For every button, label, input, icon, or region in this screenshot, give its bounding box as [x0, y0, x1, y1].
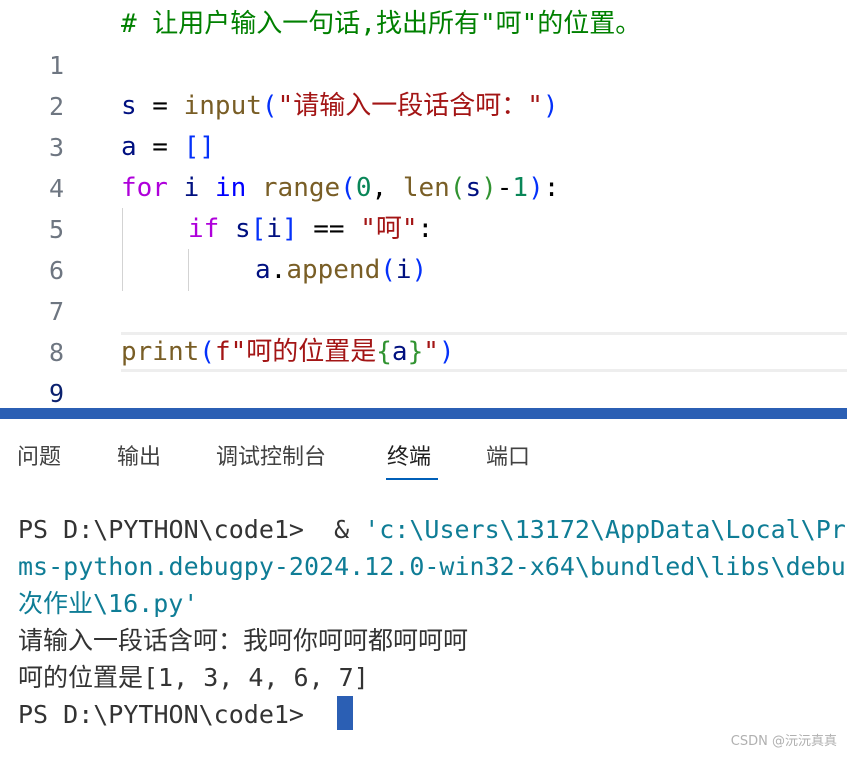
code-line-7[interactable]: 7 a.append(i) [0, 250, 847, 326]
code-line-1[interactable]: 1 # 让用户输入一句话,找出所有"呵"的位置。 [0, 4, 847, 80]
token-op: = [136, 132, 184, 162]
token-op: - [496, 173, 513, 203]
tab-ports[interactable]: 端口 [486, 443, 530, 473]
token-paren: ) [528, 173, 544, 203]
token-fstring: f"呵的位置是 [214, 337, 377, 367]
code-line-8[interactable]: 8 [0, 291, 847, 367]
watermark: CSDN @沅沅真真 [730, 734, 837, 749]
token-func: append [286, 255, 381, 285]
token-var: i [395, 255, 412, 285]
active-tab-indicator [386, 478, 438, 480]
token-colon: : [543, 173, 560, 203]
token-colon: : [417, 214, 434, 244]
terminal-path: 'c:\Users\13172\AppData\Local\Programs\M… [364, 515, 847, 544]
token-paren: ( [340, 173, 356, 203]
token-var: i [266, 214, 282, 244]
line-number: 9 [48, 379, 64, 408]
token-number: 1 [512, 173, 529, 203]
code-line-2[interactable]: 2 [0, 45, 847, 121]
token-keyword: in [214, 173, 247, 203]
code-line-3[interactable]: 3 s = input("请输入一段话含呵：") [0, 86, 847, 162]
token-var: s [465, 173, 482, 203]
token-func: print [121, 337, 200, 367]
token-bracket: ] [281, 214, 298, 244]
panel-tab-bar: 问题 输出 调试控制台 终端 端口 [0, 419, 847, 489]
token-keyword: for [121, 173, 168, 203]
token-var: a [391, 337, 408, 367]
token-paren: ( [199, 337, 215, 367]
token-string: "呵" [360, 214, 418, 244]
terminal-line: 次作业\16.py' [18, 589, 199, 618]
token-var: a [121, 132, 137, 162]
token-var: i [183, 173, 200, 203]
token-paren: ( [261, 91, 278, 121]
code-line-6[interactable]: 6 if s[i] == "呵": [0, 209, 847, 285]
code-line-5[interactable]: 5 for i in range(0, len(s)-1): [0, 168, 847, 244]
token-keyword: if [188, 214, 220, 244]
tab-problems[interactable]: 问题 [17, 443, 61, 473]
token-op: = [136, 91, 184, 121]
terminal-cursor [337, 696, 353, 730]
code-editor[interactable]: 1 # 让用户输入一句话,找出所有"呵"的位置。 2 3 s = input("… [0, 0, 847, 408]
token-paren: ) [542, 91, 559, 121]
token-paren: ) [411, 255, 428, 285]
token-paren: ) [438, 337, 455, 367]
token-func: len [402, 173, 450, 203]
terminal-prompt: PS D:\PYTHON\code1> & [18, 515, 365, 544]
terminal-prompt-line: PS D:\PYTHON\code1> [18, 700, 320, 729]
token-var: s [234, 214, 251, 244]
token-paren: ( [380, 255, 396, 285]
token-paren: ( [449, 173, 466, 203]
tab-debug-console[interactable]: 调试控制台 [216, 443, 326, 473]
token-brackets: [] [183, 132, 215, 162]
token-brace: } [407, 337, 424, 367]
token-dot: . [270, 255, 287, 285]
panel-resize-sash[interactable] [0, 408, 847, 419]
token-comma: , [371, 173, 403, 203]
tab-output[interactable]: 输出 [117, 443, 161, 473]
token-paren: ) [481, 173, 497, 203]
terminal-line: ms-python.debugpy-2024.12.0-win32-x64\bu… [18, 552, 847, 581]
token-brace: { [376, 337, 392, 367]
code-line-4[interactable]: 4 a = [] [0, 127, 847, 203]
token-func: range [261, 173, 341, 203]
terminal-line: 请输入一段话含呵：我呵你呵呵都呵呵呵 [18, 626, 469, 655]
comment: # 让用户输入一句话,找出所有"呵"的位置。 [121, 9, 642, 39]
terminal-line: 呵的位置是[1, 3, 4, 6, 7] [18, 663, 369, 692]
terminal-line: PS D:\PYTHON\code1> & 'c:\Users\13172\Ap… [18, 511, 847, 548]
token-var: s [121, 91, 137, 121]
token-func: input [183, 91, 262, 121]
token-op: == [297, 214, 361, 244]
token-number: 0 [355, 173, 372, 203]
token-bracket: [ [250, 214, 267, 244]
token-fstring: " [423, 337, 439, 367]
token-var: a [255, 255, 271, 285]
bottom-panel: 问题 输出 调试控制台 终端 端口 PS D:\PYTHON\code1> & … [0, 419, 847, 757]
code-line-9[interactable]: 9 print(f"呵的位置是{a}") [0, 332, 847, 408]
token-string: "请输入一段话含呵：" [277, 91, 543, 121]
tab-terminal[interactable]: 终端 [387, 443, 431, 473]
